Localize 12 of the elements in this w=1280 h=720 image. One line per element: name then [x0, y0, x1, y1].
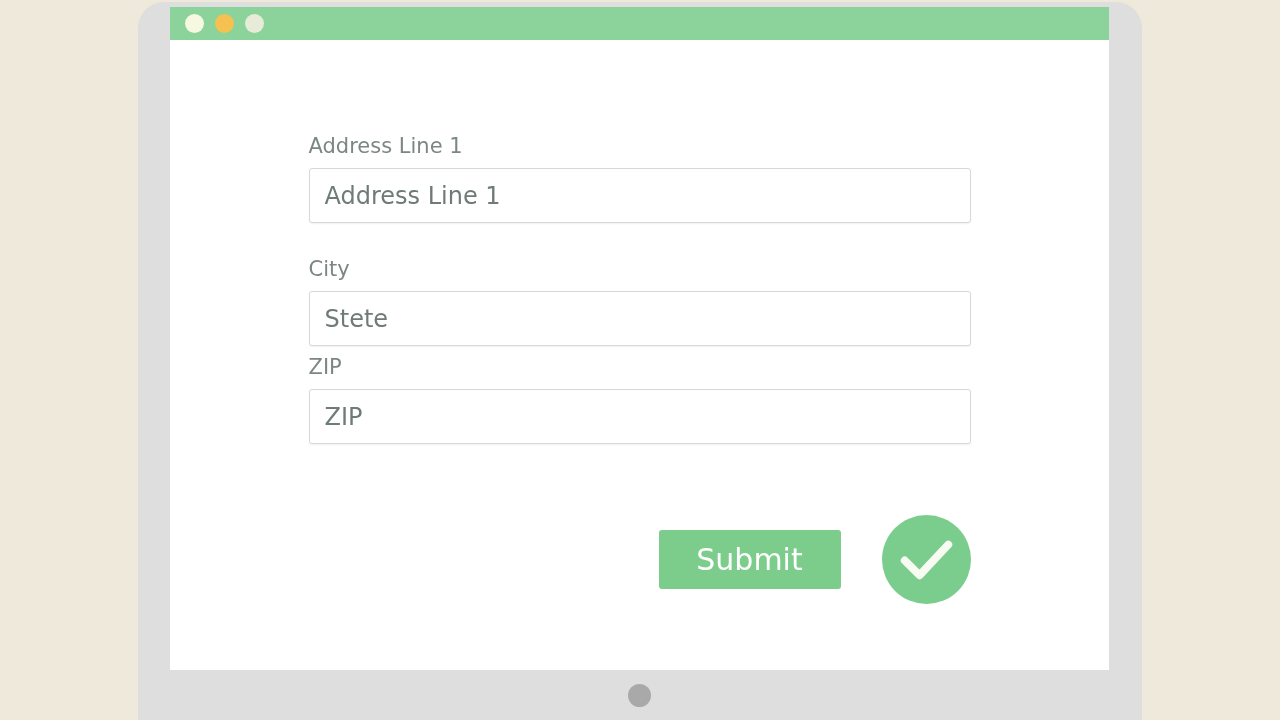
window-control-icon[interactable]	[214, 14, 234, 33]
submit-button[interactable]: Submit	[658, 530, 841, 589]
field-label: Address Line 1	[308, 133, 463, 159]
bezel-button-icon	[627, 684, 651, 707]
window-control-icon[interactable]	[184, 14, 204, 33]
input-field[interactable]: ZIP	[308, 389, 971, 444]
window-control-icon[interactable]	[244, 14, 264, 33]
field-label: City	[308, 256, 350, 282]
check-icon	[881, 515, 971, 604]
input-field[interactable]: Stete	[308, 291, 971, 346]
input-field[interactable]: Address Line 1	[308, 168, 971, 223]
field-label: ZIP	[308, 354, 342, 380]
